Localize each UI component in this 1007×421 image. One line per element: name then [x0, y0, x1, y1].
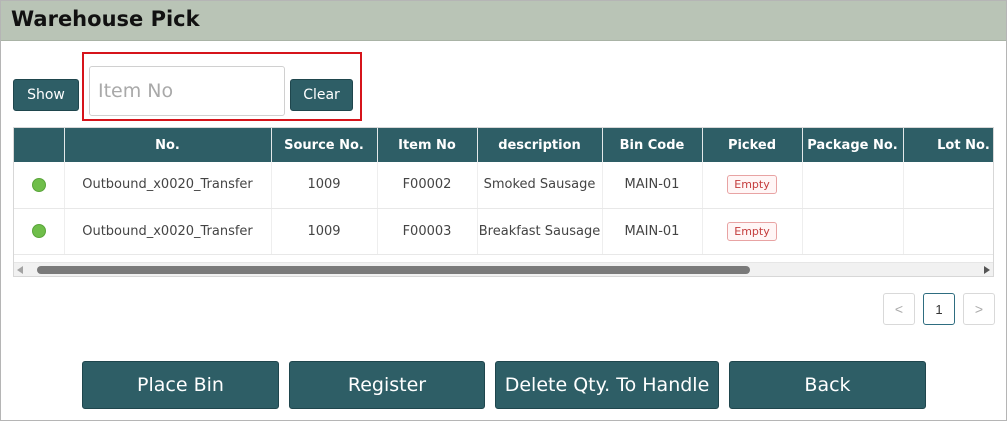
picked-cell: Empty: [702, 208, 803, 255]
no-cell: Outbound_x0020_Transfer: [64, 162, 272, 209]
status-cell: [14, 162, 65, 209]
column-header-item-no[interactable]: Item No: [377, 128, 478, 162]
bin-code-cell: MAIN-01: [602, 162, 703, 209]
column-header-picked[interactable]: Picked: [702, 128, 803, 162]
bin-code-cell: MAIN-01: [602, 208, 703, 255]
show-button[interactable]: Show: [13, 79, 79, 111]
table-row[interactable]: Outbound_x0020_Transfer 1009 F00002 Smok…: [14, 162, 993, 209]
column-header-package-no[interactable]: Package No.: [802, 128, 904, 162]
scrollbar-thumb[interactable]: [37, 266, 750, 274]
back-button[interactable]: Back: [729, 361, 926, 409]
picked-badge: Empty: [727, 175, 777, 195]
status-cell: [14, 208, 65, 255]
app-window: Warehouse Pick Show Clear No. Source No.…: [0, 0, 1007, 421]
delete-qty-to-handle-button[interactable]: Delete Qty. To Handle: [495, 361, 719, 409]
package-no-cell: [802, 162, 904, 209]
column-header-bin-code[interactable]: Bin Code: [602, 128, 703, 162]
description-cell: Breakfast Sausage: [477, 208, 603, 255]
picked-cell: Empty: [702, 162, 803, 209]
pager-prev-button[interactable]: <: [883, 293, 915, 325]
no-cell: Outbound_x0020_Transfer: [64, 208, 272, 255]
item-no-cell: F00002: [377, 162, 478, 209]
item-no-search-input[interactable]: [89, 66, 285, 116]
lot-no-cell: [903, 162, 993, 209]
package-no-cell: [802, 208, 904, 255]
column-header-description[interactable]: description: [477, 128, 603, 162]
clear-button[interactable]: Clear: [290, 79, 353, 111]
picked-badge: Empty: [727, 221, 777, 241]
pager-page-1-button[interactable]: 1: [923, 293, 955, 325]
table-header-row: No. Source No. Item No description Bin C…: [14, 128, 993, 162]
column-header-lot-no[interactable]: Lot No.: [903, 128, 993, 162]
title-bar: Warehouse Pick: [1, 1, 1006, 41]
table-row[interactable]: Outbound_x0020_Transfer 1009 F00003 Brea…: [14, 208, 993, 255]
description-cell: Smoked Sausage: [477, 162, 603, 209]
pager-next-button[interactable]: >: [963, 293, 995, 325]
horizontal-scrollbar[interactable]: [14, 262, 993, 276]
scroll-left-icon[interactable]: [17, 266, 23, 274]
place-bin-button[interactable]: Place Bin: [82, 361, 279, 409]
page-title: Warehouse Pick: [11, 7, 200, 31]
register-button[interactable]: Register: [289, 361, 485, 409]
scroll-right-icon[interactable]: [984, 266, 990, 274]
column-header-source-no[interactable]: Source No.: [271, 128, 378, 162]
status-dot-icon: [31, 177, 46, 192]
status-dot-icon: [31, 224, 46, 238]
source-no-cell: 1009: [271, 208, 378, 255]
source-no-cell: 1009: [271, 162, 378, 209]
column-header-no[interactable]: No.: [64, 128, 272, 162]
pick-lines-table: No. Source No. Item No description Bin C…: [13, 127, 994, 277]
column-header-status[interactable]: [14, 128, 65, 162]
item-no-cell: F00003: [377, 208, 478, 255]
lot-no-cell: [903, 208, 993, 255]
